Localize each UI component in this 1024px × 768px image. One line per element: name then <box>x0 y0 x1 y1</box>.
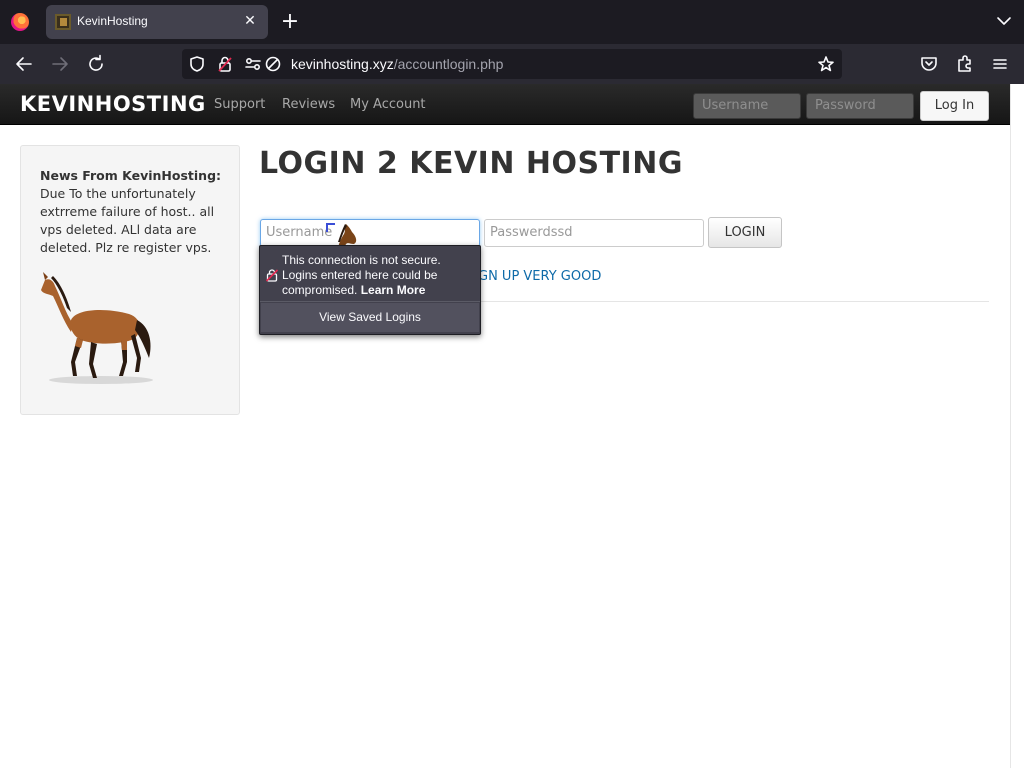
page-scrollbar[interactable] <box>1010 84 1024 768</box>
close-tab-icon[interactable]: ✕ <box>240 11 260 31</box>
bookmark-star-icon[interactable] <box>817 55 835 73</box>
password-input[interactable]: Passwerdssd <box>484 219 704 247</box>
view-saved-logins-button[interactable]: View Saved Logins <box>261 303 479 332</box>
reload-icon[interactable] <box>84 52 108 76</box>
list-all-tabs-icon[interactable] <box>996 13 1012 29</box>
page-title: LOGIN 2 KEVIN HOSTING <box>259 146 683 181</box>
site-favicon-icon <box>55 14 71 30</box>
back-icon[interactable] <box>12 52 36 76</box>
tracking-protection-shield-icon[interactable] <box>188 55 206 73</box>
learn-more-link[interactable]: Learn More <box>361 283 426 297</box>
nav-password-input[interactable]: Password <box>806 93 914 119</box>
forward-icon[interactable] <box>48 52 72 76</box>
login-button[interactable]: LOGIN <box>708 217 782 248</box>
autoplay-blocked-icon[interactable] <box>264 55 282 73</box>
url-text[interactable]: kevinhosting.xyz/accountlogin.php <box>291 56 503 72</box>
horse-image <box>41 272 153 384</box>
url-bar[interactable]: kevinhosting.xyz/accountlogin.php <box>182 49 842 79</box>
site-navbar: KEVINHOSTING Support Reviews My Account … <box>0 84 1010 125</box>
news-body: Due To the unfortunately extrreme failur… <box>40 186 215 255</box>
hamburger-menu-icon[interactable] <box>988 52 1012 76</box>
username-input[interactable]: Username <box>260 219 480 247</box>
nav-login-button[interactable]: Log In <box>920 91 989 121</box>
browser-tab-bar: KevinHosting ✕ + <box>0 0 1024 44</box>
tab-title: KevinHosting <box>77 14 148 28</box>
news-title: News From KevinHosting: <box>40 168 222 183</box>
nav-link-reviews[interactable]: Reviews <box>282 97 335 112</box>
permissions-icon[interactable] <box>244 55 262 73</box>
insecure-lock-icon[interactable] <box>216 55 234 73</box>
firefox-logo-icon[interactable] <box>11 13 29 31</box>
signup-link[interactable]: GN UP VERY GOOD <box>478 269 601 284</box>
insecure-login-popup: This connection is not secure. Logins en… <box>259 245 481 335</box>
url-domain: kevinhosting.xyz <box>291 56 394 72</box>
nav-username-input[interactable]: Username <box>693 93 801 119</box>
insecure-lock-icon <box>265 269 279 282</box>
news-sidebar: News From KevinHosting: Due To the unfor… <box>20 145 240 415</box>
browser-tab[interactable]: KevinHosting ✕ <box>46 5 268 39</box>
url-path: /accountlogin.php <box>393 56 504 72</box>
nav-link-support[interactable]: Support <box>214 97 265 112</box>
nav-link-my-account[interactable]: My Account <box>350 97 426 112</box>
popup-divider <box>260 301 480 302</box>
extensions-icon[interactable] <box>953 52 977 76</box>
pocket-icon[interactable] <box>917 52 941 76</box>
popup-message: This connection is not secure. Logins en… <box>282 253 478 298</box>
browser-toolbar: kevinhosting.xyz/accountlogin.php <box>0 44 1024 84</box>
new-tab-icon[interactable]: + <box>279 11 301 33</box>
site-brand[interactable]: KEVINHOSTING <box>20 92 206 116</box>
